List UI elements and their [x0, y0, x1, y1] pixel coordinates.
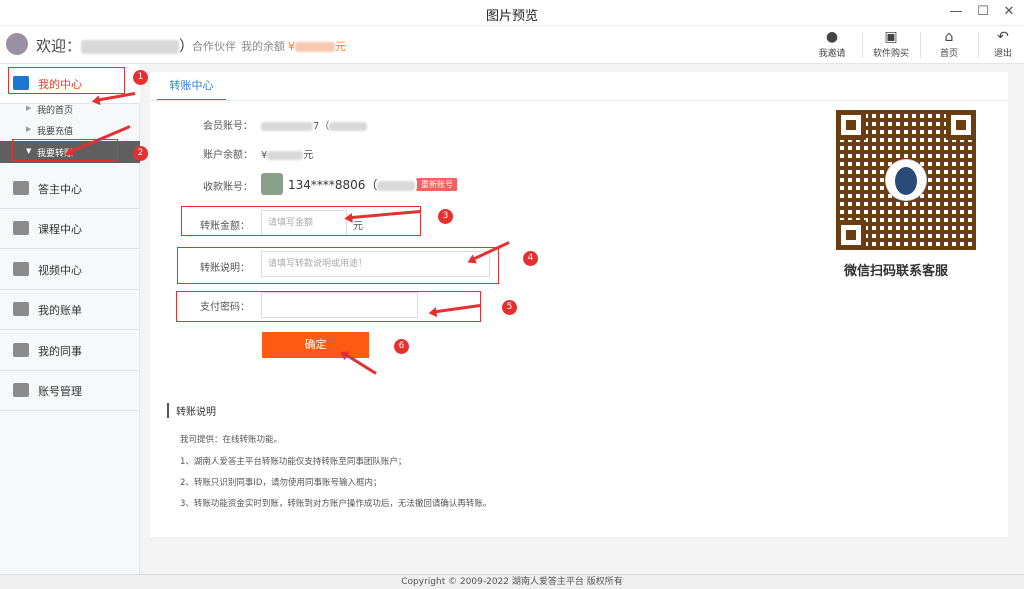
annotation-badge: 4: [523, 251, 538, 266]
sidebar-item-course-center[interactable]: 课程中心: [0, 209, 140, 249]
annotation-badge: 2: [133, 146, 148, 161]
redacted-member-name: [329, 121, 368, 131]
partner-link[interactable]: 合作伙伴: [192, 38, 236, 54]
notes-title: 转账说明: [167, 403, 216, 418]
balance-label: 我的余额: [241, 40, 285, 53]
sidebar-item-label: 我的同事: [38, 345, 82, 358]
annotation-box: [181, 206, 421, 236]
sidebar-item-label: 课程中心: [38, 223, 82, 236]
sidebar-item-video-center[interactable]: 视频中心: [0, 250, 140, 290]
sidebar-item-answerer-center[interactable]: 答主中心: [0, 169, 140, 209]
annotation-box: [177, 247, 499, 284]
notes-line: 2、转账只识别同事ID，请勿使用同事账号输入框内；: [180, 478, 382, 488]
person-icon: ●: [825, 29, 839, 45]
redacted-account-balance: [267, 150, 304, 160]
payee-label: 收款账号：: [203, 182, 253, 193]
redacted-balance: [295, 42, 335, 52]
chevron-right-icon: ▶: [26, 104, 32, 112]
footer-copyright: Copyright © 2009-2022 湖南人爱答主平台 版权所有: [0, 574, 1024, 589]
qr-finder: [836, 220, 866, 250]
buy-software-label: 软件购买: [872, 49, 909, 59]
balance-unit: 元: [335, 40, 346, 53]
annotation-badge: 1: [133, 70, 148, 85]
box-icon: [13, 181, 29, 195]
sidebar-item-label: 账号管理: [38, 385, 82, 398]
sidebar-subitem-my-home[interactable]: ▶ 我的首页: [0, 98, 140, 120]
invite-button[interactable]: ● 我邀请: [807, 28, 857, 62]
annotation-badge: 3: [438, 209, 453, 224]
customer-service-avatar: [886, 160, 926, 200]
sidebar-subitem-label: 我的首页: [37, 106, 74, 116]
payee-number: 134****8806（: [288, 178, 378, 192]
account-balance-label: 账户余额：: [203, 150, 253, 161]
annotation-badge: 6: [394, 339, 409, 354]
sidebar-item-account-settings[interactable]: 账号管理: [0, 371, 140, 411]
confirm-button[interactable]: 确定: [262, 332, 369, 358]
header-divider: [862, 32, 863, 58]
people-icon: [13, 343, 29, 357]
minimize-button[interactable]: —: [945, 2, 967, 22]
balance-value: ¥ 元: [288, 38, 346, 54]
balance-unit: 元: [303, 150, 314, 161]
gear-icon: [13, 383, 29, 397]
member-value: 7（: [261, 117, 368, 132]
home-label: 首页: [939, 49, 958, 59]
top-header: 欢迎：） 合作伙伴 我的余额 ¥ 元 ● 我邀请 ▣ 软件购买 ⌂ 首页 ↶ 退出: [0, 26, 1024, 64]
app-window: 图片预览 — ☐ ✕ 欢迎：） 合作伙伴 我的余额 ¥ 元 ● 我邀请 ▣ 软件购…: [0, 0, 1024, 589]
notes-line: 3、转账功能资金实时到账，转账到对方账户操作成功后，无法撤回请确认再转账。: [180, 499, 492, 509]
annotation-box: [8, 67, 125, 94]
qr-finder: [946, 110, 976, 140]
sidebar-item-colleagues[interactable]: 我的同事: [0, 331, 140, 371]
header-divider: [920, 32, 921, 58]
balance-currency: ¥: [288, 40, 295, 53]
tab-divider: [150, 100, 1008, 101]
transfer-panel: 转账中心 会员账号： 7（ 账户余额： ¥ 元 收款账号： 134****8806…: [150, 72, 1008, 537]
redacted-payee-name: [377, 180, 416, 191]
payee-avatar: [261, 173, 283, 195]
annotation-badge: 5: [502, 300, 517, 315]
home-icon: ⌂: [944, 29, 954, 45]
video-icon: [13, 262, 29, 276]
exit-icon: ↶: [997, 29, 1009, 45]
account-balance-value: ¥ 元: [261, 146, 313, 161]
close-button[interactable]: ✕: [998, 2, 1020, 22]
window-title: 图片预览: [485, 9, 538, 24]
sidebar-item-label: 视频中心: [38, 264, 82, 277]
logout-button[interactable]: ↶ 退出: [982, 28, 1024, 62]
member-id-tail: 7（: [313, 121, 330, 132]
welcome-prefix: 欢迎：: [36, 37, 82, 55]
title-bar: 图片预览 — ☐ ✕: [0, 0, 1024, 26]
buy-software-button[interactable]: ▣ 软件购买: [866, 28, 916, 62]
logout-label: 退出: [993, 49, 1012, 59]
header-divider: [978, 32, 979, 58]
qr-code: [836, 110, 976, 250]
sidebar-item-label: 我的账单: [38, 304, 82, 317]
notes-line: 我司提供：在线转账功能。: [180, 435, 283, 445]
redacted-member-id: [261, 121, 313, 131]
payee-value: 134****8806（）: [288, 176, 427, 193]
sidebar-item-my-bills[interactable]: 我的账单: [0, 290, 140, 330]
avatar: [6, 33, 28, 55]
chevron-right-icon: ▶: [26, 125, 32, 133]
redacted-username: [81, 39, 180, 54]
cart-icon: ▣: [884, 29, 898, 45]
tab-transfer-center[interactable]: 转账中心: [157, 78, 226, 101]
welcome-text: 欢迎：）: [36, 35, 194, 56]
sidebar-subitem-label: 我要充值: [37, 127, 74, 137]
notes-line: 1、湖南人爱答主平台转账功能仅支持转账至同事团队账户；: [180, 457, 407, 467]
qr-finder: [836, 110, 866, 140]
home-button[interactable]: ⌂ 首页: [924, 28, 974, 62]
book-icon: [13, 221, 29, 235]
renew-account-tag[interactable]: 重新账号: [417, 178, 457, 191]
member-label: 会员账号：: [203, 121, 253, 132]
bill-icon: [13, 302, 29, 316]
maximize-button[interactable]: ☐: [972, 2, 994, 22]
sidebar-item-label: 答主中心: [38, 183, 82, 196]
qr-caption: 微信扫码联系客服: [844, 264, 949, 279]
invite-label: 我邀请: [818, 49, 846, 59]
